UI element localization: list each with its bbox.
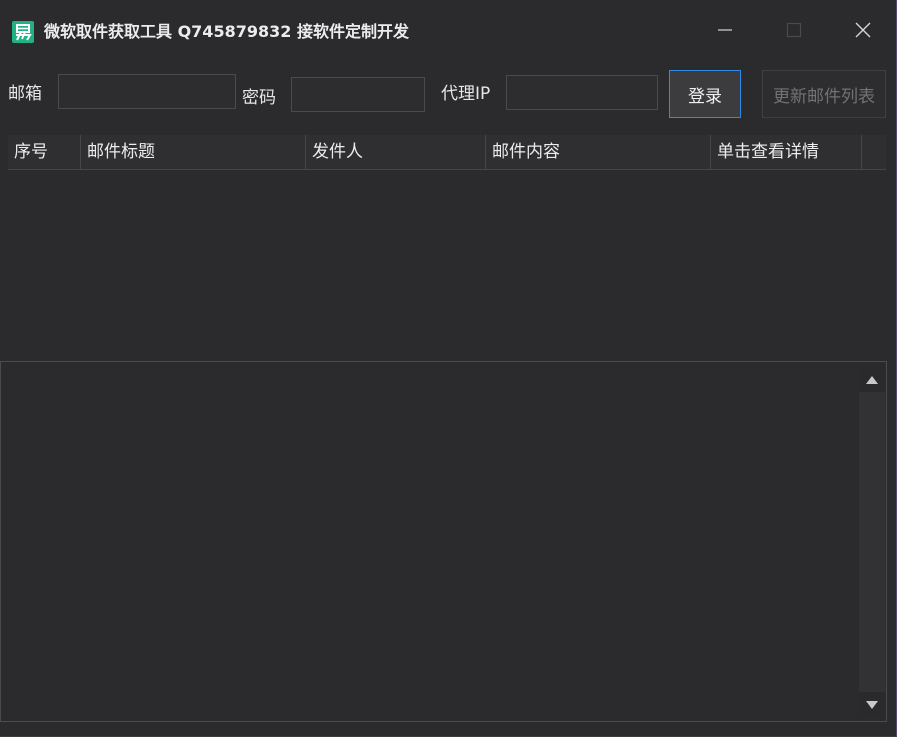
scrollbar-track[interactable] bbox=[859, 392, 885, 692]
login-button[interactable]: 登录 bbox=[669, 70, 741, 118]
table-header: 序号 邮件标题 发件人 邮件内容 单击查看详情 bbox=[8, 135, 886, 170]
arrow-up-icon bbox=[866, 375, 878, 384]
minimize-icon bbox=[718, 29, 732, 31]
scroll-down-button[interactable] bbox=[859, 692, 885, 717]
refresh-mail-list-button[interactable]: 更新邮件列表 bbox=[762, 70, 886, 118]
proxy-ip-label: 代理IP bbox=[441, 84, 491, 104]
title-bar: 微软取件获取工具 Q745879832 接软件定制开发 bbox=[0, 0, 896, 60]
close-icon bbox=[855, 22, 871, 38]
column-header-content[interactable]: 邮件内容 bbox=[486, 135, 711, 169]
mail-list-table: 序号 邮件标题 发件人 邮件内容 单击查看详情 bbox=[8, 135, 886, 361]
email-input[interactable] bbox=[58, 74, 236, 109]
column-header-details[interactable]: 单击查看详情 bbox=[711, 135, 862, 169]
maximize-icon bbox=[786, 22, 802, 38]
vertical-scrollbar[interactable] bbox=[859, 367, 885, 717]
column-header-index[interactable]: 序号 bbox=[8, 135, 81, 169]
yi-logo-icon bbox=[12, 21, 34, 43]
proxy-ip-input[interactable] bbox=[506, 75, 658, 110]
column-header-sender[interactable]: 发件人 bbox=[306, 135, 486, 169]
table-body bbox=[8, 170, 886, 361]
password-input[interactable] bbox=[291, 77, 425, 112]
email-label: 邮箱 bbox=[8, 84, 42, 104]
window-title: 微软取件获取工具 Q745879832 接软件定制开发 bbox=[44, 22, 409, 41]
arrow-down-icon bbox=[866, 700, 878, 709]
mail-detail-textarea[interactable] bbox=[0, 361, 887, 722]
password-label: 密码 bbox=[242, 88, 276, 108]
scroll-up-button[interactable] bbox=[859, 367, 885, 392]
main-window: 微软取件获取工具 Q745879832 接软件定制开发 邮箱 密码 代理IP 登… bbox=[0, 0, 897, 737]
column-header-subject[interactable]: 邮件标题 bbox=[81, 135, 306, 169]
maximize-button[interactable] bbox=[774, 14, 814, 46]
minimize-button[interactable] bbox=[705, 14, 745, 46]
close-button[interactable] bbox=[843, 14, 883, 46]
